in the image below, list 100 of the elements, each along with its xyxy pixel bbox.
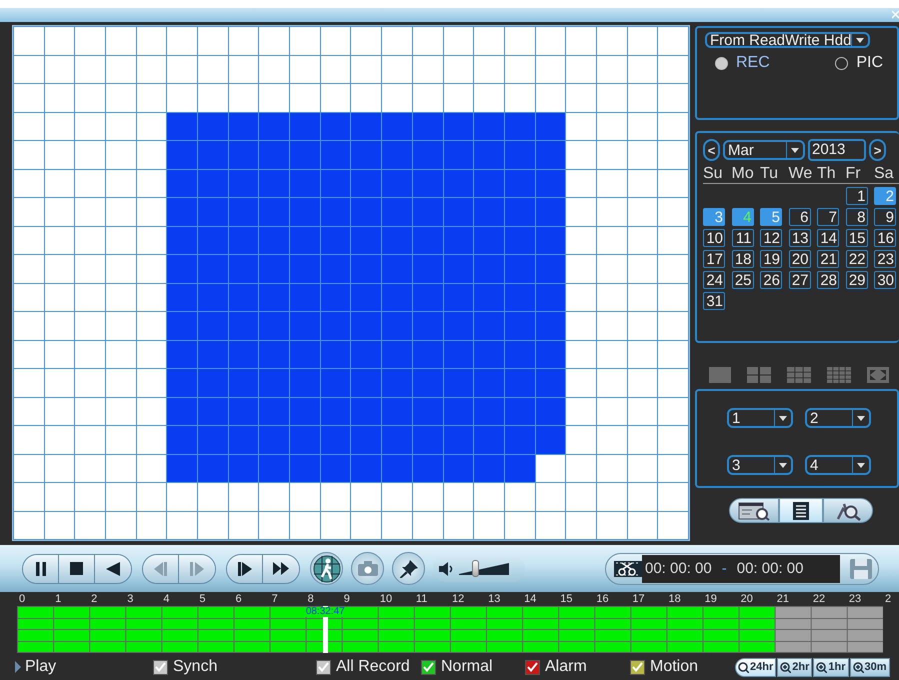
- grid-cell[interactable]: [504, 426, 535, 454]
- grid-cell[interactable]: [382, 170, 412, 197]
- grid-cell[interactable]: [320, 312, 350, 340]
- grid-cell[interactable]: [474, 312, 504, 340]
- grid-cell[interactable]: [382, 426, 412, 454]
- grid-cell[interactable]: [566, 226, 596, 254]
- grid-cell[interactable]: [382, 398, 412, 425]
- tool-button[interactable]: [823, 498, 873, 523]
- grid-cell[interactable]: [444, 398, 474, 425]
- grid-cell[interactable]: [382, 454, 412, 482]
- grid-cell[interactable]: [198, 27, 228, 54]
- grid-cell[interactable]: [504, 398, 535, 425]
- grid-cell[interactable]: [536, 112, 566, 140]
- grid-cell[interactable]: [44, 284, 74, 311]
- grid-cell[interactable]: [596, 170, 627, 197]
- grid-cell[interactable]: [566, 369, 596, 396]
- calendar-day[interactable]: 14: [817, 229, 839, 247]
- grid-cell[interactable]: [351, 27, 382, 54]
- grid-cell[interactable]: [228, 84, 258, 112]
- grid-cell[interactable]: [536, 284, 566, 311]
- grid-cell[interactable]: [167, 84, 198, 112]
- channel-dropdown[interactable]: 2: [805, 408, 871, 428]
- grid-cell[interactable]: [658, 483, 688, 510]
- grid-cell[interactable]: [198, 170, 228, 197]
- grid-cell[interactable]: [444, 226, 474, 254]
- grid-cell[interactable]: [290, 369, 320, 396]
- grid-cell[interactable]: [136, 398, 166, 425]
- grid-cell[interactable]: [536, 369, 566, 396]
- grid-cell[interactable]: [444, 483, 474, 510]
- grid-cell[interactable]: [320, 340, 350, 368]
- grid-cell[interactable]: [351, 284, 382, 311]
- grid-cell[interactable]: [167, 56, 198, 83]
- grid-cell[interactable]: [351, 255, 382, 282]
- grid-cell[interactable]: [596, 483, 627, 510]
- grid-cell[interactable]: [444, 198, 474, 226]
- synch-checkbox[interactable]: Synch: [153, 658, 316, 676]
- grid-cell[interactable]: [228, 512, 258, 539]
- grid-cell[interactable]: [44, 198, 74, 226]
- grid-cell[interactable]: [628, 454, 658, 482]
- grid-cell[interactable]: [167, 226, 198, 254]
- grid-cell[interactable]: [628, 340, 658, 368]
- grid-cell[interactable]: [566, 454, 596, 482]
- grid-cell[interactable]: [198, 112, 228, 140]
- grid-cell[interactable]: [382, 112, 412, 140]
- grid-cell[interactable]: [444, 27, 474, 54]
- grid-cell[interactable]: [658, 255, 688, 282]
- grid-cell[interactable]: [167, 454, 198, 482]
- grid-cell[interactable]: [167, 284, 198, 311]
- grid-cell[interactable]: [658, 84, 688, 112]
- grid-cell[interactable]: [14, 27, 44, 54]
- grid-cell[interactable]: [106, 84, 136, 112]
- grid-cell[interactable]: [474, 398, 504, 425]
- tool-button[interactable]: [729, 498, 779, 523]
- grid-cell[interactable]: [106, 340, 136, 368]
- channel-dropdown[interactable]: 1: [727, 408, 793, 428]
- grid-cell[interactable]: [351, 312, 382, 340]
- grid-cell[interactable]: [596, 369, 627, 396]
- grid-cell[interactable]: [382, 512, 412, 539]
- grid-cell[interactable]: [596, 340, 627, 368]
- grid-cell[interactable]: [444, 312, 474, 340]
- grid-cell[interactable]: [75, 398, 106, 425]
- grid-cell[interactable]: [412, 398, 443, 425]
- grid-cell[interactable]: [412, 141, 443, 168]
- grid-cell[interactable]: [658, 426, 688, 454]
- grid-cell[interactable]: [290, 512, 320, 539]
- round-button[interactable]: [392, 552, 425, 585]
- grid-cell[interactable]: [658, 398, 688, 425]
- grid-cell[interactable]: [259, 198, 290, 226]
- grid-cell[interactable]: [136, 27, 166, 54]
- grid-cell[interactable]: [596, 284, 627, 311]
- grid-cell[interactable]: [106, 198, 136, 226]
- grid-cell[interactable]: [167, 141, 198, 168]
- grid-cell[interactable]: [14, 198, 44, 226]
- grid-cell[interactable]: [658, 340, 688, 368]
- grid-cell[interactable]: [412, 56, 443, 83]
- grid-cell[interactable]: [290, 426, 320, 454]
- grid-cell[interactable]: [412, 27, 443, 54]
- grid-cell[interactable]: [566, 170, 596, 197]
- calendar-day[interactable]: 11: [732, 229, 754, 247]
- grid-cell[interactable]: [412, 312, 443, 340]
- next-month-button[interactable]: >: [869, 139, 886, 161]
- grid-cell[interactable]: [596, 454, 627, 482]
- grid-cell[interactable]: [596, 426, 627, 454]
- grid-cell[interactable]: [596, 27, 627, 54]
- grid-cell[interactable]: [444, 284, 474, 311]
- grid-cell[interactable]: [351, 512, 382, 539]
- grid-cell[interactable]: [75, 112, 106, 140]
- source-dropdown[interactable]: From ReadWrite Hdd: [705, 32, 870, 48]
- grid-cell[interactable]: [412, 170, 443, 197]
- grid-cell[interactable]: [228, 56, 258, 83]
- calendar-day[interactable]: 10: [703, 229, 725, 247]
- grid-cell[interactable]: [444, 255, 474, 282]
- grid-cell[interactable]: [320, 398, 350, 425]
- grid-cell[interactable]: [44, 312, 74, 340]
- grid-cell[interactable]: [382, 141, 412, 168]
- zoom-button[interactable]: 2hr: [777, 658, 812, 676]
- grid-cell[interactable]: [136, 226, 166, 254]
- grid-cell[interactable]: [228, 255, 258, 282]
- calendar-day[interactable]: 20: [788, 250, 810, 268]
- grid-cell[interactable]: [228, 170, 258, 197]
